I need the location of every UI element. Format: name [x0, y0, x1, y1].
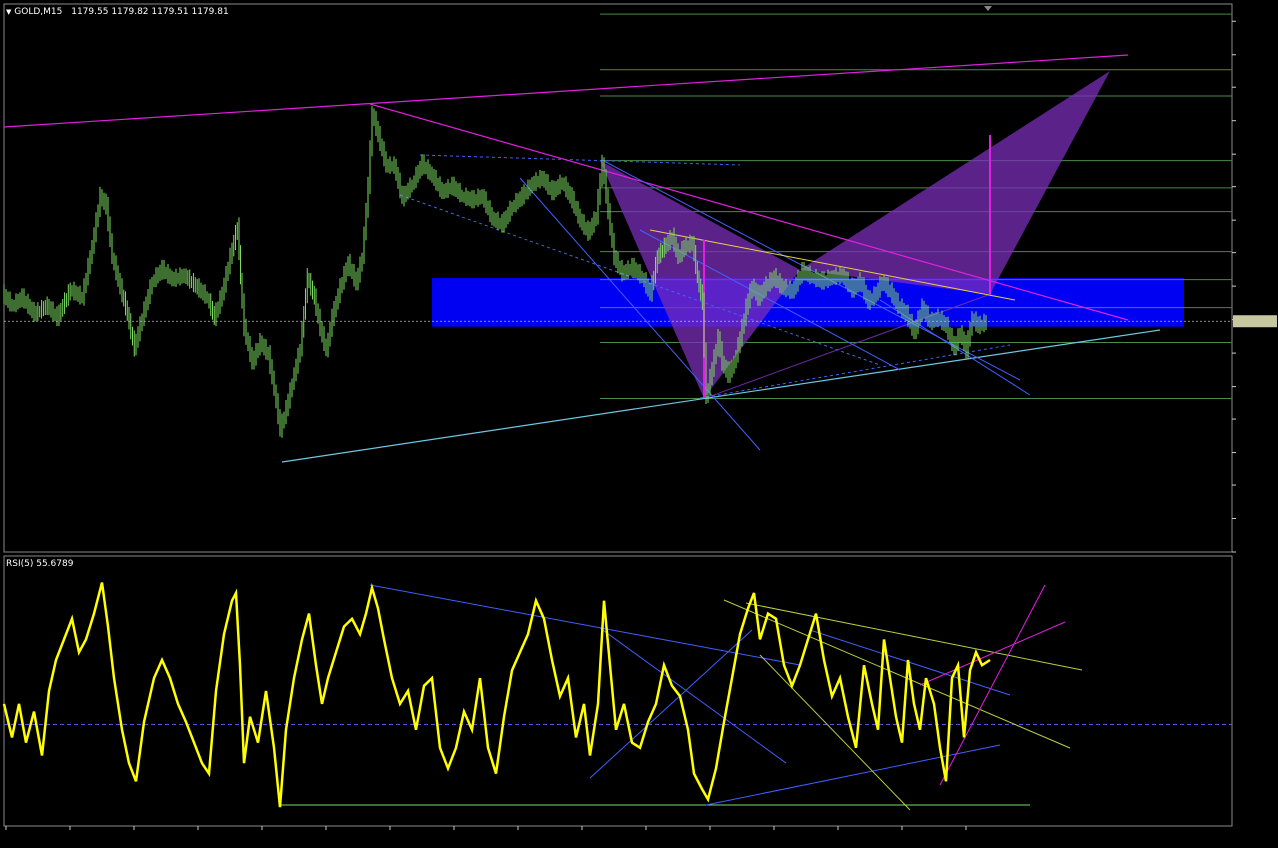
rsi-panel-frame — [3, 555, 1233, 827]
trendline — [3, 54, 1129, 128]
rsi-trendline — [919, 621, 1066, 686]
collapse-arrow-icon[interactable]: ▼ — [6, 8, 11, 16]
chart-shift-marker-icon[interactable] — [984, 6, 992, 11]
rsi-series-line — [2, 582, 991, 808]
chart-header: ▼ GOLD,M15 1179.55 1179.82 1179.51 1179.… — [6, 7, 229, 17]
support-zone-band — [432, 278, 1184, 327]
last-price-box — [1233, 315, 1277, 328]
rsi-trendline — [939, 584, 1046, 786]
trading-chart[interactable] — [0, 0, 1278, 848]
harmonic-pattern-bcd — [800, 70, 1110, 295]
rsi-trendline — [759, 654, 911, 811]
symbol-label: GOLD,M15 — [14, 7, 63, 17]
rsi-label: RSI(5) 55.6789 — [6, 559, 74, 569]
quote-label: 1179.55 1179.82 1179.51 1179.81 — [71, 7, 229, 17]
